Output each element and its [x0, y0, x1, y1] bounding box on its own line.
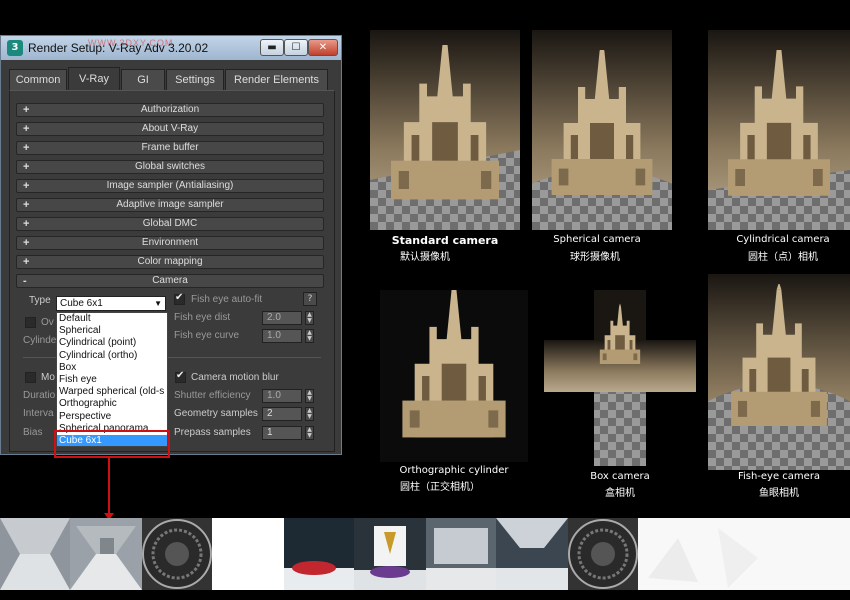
option-warped-spherical[interactable]: Warped spherical (old-s — [57, 386, 167, 398]
fish-eye-autofit-checkbox[interactable] — [174, 292, 185, 305]
cube-strip-showroom — [284, 518, 638, 590]
minimize-button[interactable]: ▬ — [260, 39, 284, 56]
spherical-camera-caption-zh: 球形摄像机 — [570, 252, 620, 263]
cube-strip-gap — [212, 518, 284, 590]
prepass-samples-spinner[interactable]: ▲ ▼ — [305, 426, 314, 440]
cylindrical-camera-caption: Cylindrical camera — [736, 234, 830, 245]
fish-eye-curve-spinner[interactable]: ▲ ▼ — [305, 329, 314, 343]
spherical-camera-image — [532, 30, 672, 230]
rollout-environment[interactable]: + Environment — [16, 236, 324, 250]
prepass-samples-input[interactable]: 1 — [262, 426, 302, 440]
option-default[interactable]: Default — [57, 313, 167, 325]
camera-motion-blur-checkbox[interactable] — [175, 370, 186, 383]
cube-strip-right — [638, 518, 850, 590]
rollout-color-mapping[interactable]: + Color mapping — [16, 255, 324, 269]
cube-strip-left — [0, 518, 212, 590]
rollout-global-switches[interactable]: + Global switches — [16, 160, 324, 174]
interval-label: Interva — [23, 408, 54, 419]
option-spherical[interactable]: Spherical — [57, 325, 167, 337]
option-cylindrical-point[interactable]: Cylindrical (point) — [57, 337, 167, 349]
box-camera-image — [544, 290, 696, 466]
rollout-image-sampler[interactable]: + Image sampler (Antialiasing) — [16, 179, 324, 193]
shutter-efficiency-spinner[interactable]: ▲ ▼ — [305, 389, 314, 403]
rollout-frame-buffer[interactable]: + Frame buffer — [16, 141, 324, 155]
type-label: Type — [29, 295, 51, 306]
fish-eye-autofit-label: Fish eye auto-fit — [191, 294, 263, 305]
fish-eye-curve-label: Fish eye curve — [174, 330, 240, 341]
box-camera-caption: Box camera — [590, 471, 650, 482]
prepass-samples-label: Prepass samples — [174, 427, 251, 438]
rollout-authorization[interactable]: + Authorization — [16, 103, 324, 117]
camera-type-dropdown-list: Default Spherical Cylindrical (point) Cy… — [56, 312, 168, 447]
close-button[interactable]: ✕ — [308, 39, 338, 56]
fish-eye-camera-caption-zh: 鱼眼相机 — [759, 488, 799, 499]
rollout-global-dmc[interactable]: + Global DMC — [16, 217, 324, 231]
maximize-button[interactable]: ☐ — [284, 39, 308, 56]
orthographic-cylinder-image — [380, 290, 528, 462]
orthographic-cylinder-caption-zh: 圆柱（正交相机） — [400, 482, 480, 493]
override-fov-checkbox[interactable] — [25, 317, 36, 328]
spherical-camera-caption: Spherical camera — [553, 234, 641, 245]
highlight-box — [54, 430, 170, 458]
standard-camera-image — [370, 30, 520, 230]
fish-eye-camera-image — [708, 274, 850, 470]
3dsmax-app-icon: 3 — [7, 40, 23, 56]
fish-eye-dist-label: Fish eye dist — [174, 312, 231, 323]
cylindrical-camera-caption-zh: 圆柱（点）相机 — [748, 252, 818, 263]
option-cylindrical-ortho[interactable]: Cylindrical (ortho) — [57, 350, 167, 362]
camera-motion-blur-label: Camera motion blur — [191, 372, 279, 383]
rollout-adaptive-image-sampler[interactable]: + Adaptive image sampler — [16, 198, 324, 212]
option-box[interactable]: Box — [57, 362, 167, 374]
shutter-efficiency-input[interactable]: 1.0 — [262, 389, 302, 403]
cylinder-height-label: Cylinde — [23, 335, 57, 346]
rollout-camera[interactable]: - Camera — [16, 274, 324, 288]
tab-settings[interactable]: Settings — [166, 69, 224, 90]
fish-eye-curve-input[interactable]: 1.0 — [262, 329, 302, 343]
option-fish-eye[interactable]: Fish eye — [57, 374, 167, 386]
camera-type-select[interactable]: Cube 6x1 ▼ — [56, 296, 166, 311]
cylindrical-camera-image — [708, 30, 850, 230]
pointer-arrow — [104, 458, 114, 520]
fish-eye-dist-input[interactable]: 2.0 — [262, 311, 302, 325]
geometry-samples-spinner[interactable]: ▲ ▼ — [305, 407, 314, 421]
bias-label: Bias — [23, 427, 43, 438]
tab-vray[interactable]: V-Ray — [68, 67, 120, 90]
site-watermark: WWW.3DXY.COM — [88, 38, 174, 48]
option-perspective[interactable]: Perspective — [57, 411, 167, 423]
standard-camera-caption: Standard camera — [391, 234, 499, 247]
override-fov-label: Ov — [41, 317, 54, 328]
standard-camera-caption-zh: 默认摄像机 — [400, 252, 450, 263]
motion-blur-checkbox[interactable] — [25, 372, 36, 383]
geometry-samples-label: Geometry samples — [174, 408, 258, 419]
box-camera-caption-zh: 盒相机 — [605, 488, 635, 499]
rollout-about-vray[interactable]: + About V-Ray — [16, 122, 324, 136]
fish-eye-dist-spinner[interactable]: ▲ ▼ — [305, 311, 314, 325]
geometry-samples-input[interactable]: 2 — [262, 407, 302, 421]
tab-gi[interactable]: GI — [121, 69, 165, 90]
chevron-down-icon: ▼ — [154, 299, 162, 308]
orthographic-cylinder-caption: Orthographic cylinder — [399, 465, 509, 476]
shutter-efficiency-label: Shutter efficiency — [174, 390, 251, 401]
render-setup-window: 3 Render Setup: V-Ray Adv 3.20.02 ▬ ☐ ✕ … — [0, 35, 342, 455]
camera-help-button[interactable]: ? — [303, 292, 317, 306]
tab-render-elements[interactable]: Render Elements — [225, 69, 328, 90]
fish-eye-camera-caption: Fish-eye camera — [737, 471, 821, 482]
tab-common[interactable]: Common — [9, 69, 67, 90]
motion-blur-label: Mo — [41, 372, 55, 383]
duration-label: Duratio — [23, 390, 56, 401]
option-orthographic[interactable]: Orthographic — [57, 398, 167, 410]
